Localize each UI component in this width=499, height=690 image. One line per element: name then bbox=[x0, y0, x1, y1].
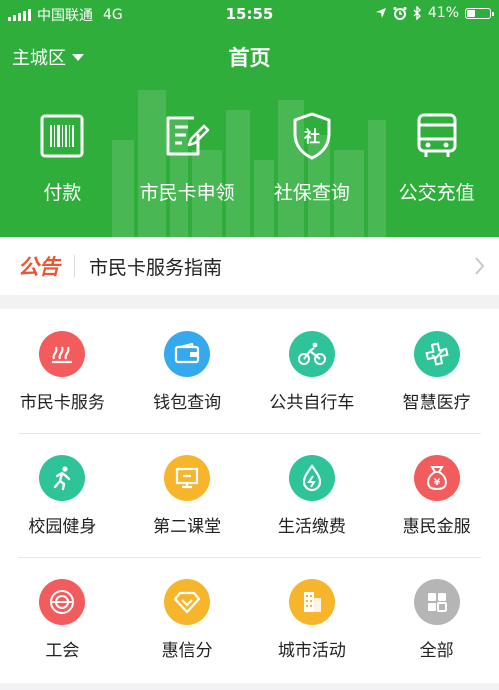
service-label: 公共自行车 bbox=[269, 393, 355, 413]
service-second-classroom[interactable]: 第二课堂 bbox=[125, 433, 250, 557]
service-all[interactable]: 全部 bbox=[374, 557, 499, 681]
quick-action-bus-recharge[interactable]: 公交充值 bbox=[374, 108, 499, 205]
running-icon bbox=[39, 455, 86, 501]
bicycle-icon bbox=[288, 331, 335, 377]
quick-action-pay[interactable]: 付款 bbox=[0, 108, 125, 205]
service-label: 全部 bbox=[419, 641, 454, 661]
chevron-right-icon bbox=[475, 257, 485, 275]
service-label: 第二课堂 bbox=[153, 517, 222, 537]
citizen-card-service-icon bbox=[39, 331, 86, 377]
credit-diamond-icon bbox=[164, 579, 211, 625]
quick-action-social-security[interactable]: 社 社保查询 bbox=[250, 108, 375, 205]
classroom-board-icon bbox=[164, 455, 211, 501]
service-label: 钱包查询 bbox=[153, 393, 222, 413]
trade-union-icon bbox=[39, 579, 86, 625]
bus-icon bbox=[417, 113, 457, 157]
alarm-icon bbox=[393, 6, 407, 20]
service-label: 惠民金服 bbox=[402, 517, 471, 537]
quick-action-label: 市民卡申领 bbox=[139, 182, 235, 204]
service-campus-fitness[interactable]: 校园健身 bbox=[0, 433, 125, 557]
barcode-icon bbox=[40, 114, 84, 158]
service-label: 市民卡服务 bbox=[19, 393, 105, 413]
service-citizen-card[interactable]: 市民卡服务 bbox=[0, 309, 125, 433]
service-smart-medical[interactable]: 智慧医疗 bbox=[374, 309, 499, 433]
services-row: 市民卡服务 钱包查询 公共自行车 智慧医疗 bbox=[0, 309, 499, 433]
service-label: 生活缴费 bbox=[277, 517, 346, 537]
svg-text:社: 社 bbox=[303, 127, 320, 146]
quick-action-label: 公交充值 bbox=[398, 182, 475, 204]
quick-action-label: 社保查询 bbox=[273, 182, 350, 204]
money-bag-icon: ¥ bbox=[413, 455, 460, 501]
services-row: 校园健身 第二课堂 生活缴费 ¥ 惠民金服 bbox=[0, 433, 499, 557]
service-credit-score[interactable]: 惠信分 bbox=[125, 557, 250, 681]
service-label: 校园健身 bbox=[28, 517, 97, 537]
svg-text:¥: ¥ bbox=[433, 478, 440, 488]
bluetooth-icon bbox=[413, 6, 421, 20]
battery-icon bbox=[465, 7, 494, 19]
service-label: 城市活动 bbox=[277, 641, 346, 661]
notice-text: 市民卡服务指南 bbox=[89, 256, 223, 279]
page-title: 首页 bbox=[228, 46, 271, 70]
quick-action-label: 付款 bbox=[43, 182, 82, 204]
medical-icon bbox=[413, 331, 460, 377]
city-building-icon bbox=[288, 579, 335, 625]
service-utility-payment[interactable]: 生活缴费 bbox=[250, 433, 375, 557]
location-arrow-icon bbox=[375, 8, 386, 18]
quick-actions: 付款 市民卡申领 社 社保查询 公交充值 bbox=[0, 108, 499, 205]
utility-payment-icon bbox=[288, 455, 335, 501]
nav-bar: 主城区 首页 bbox=[0, 38, 499, 74]
quick-action-apply-card[interactable]: 市民卡申领 bbox=[125, 108, 250, 205]
notice-divider bbox=[74, 255, 75, 277]
social-security-shield-icon: 社 bbox=[293, 112, 331, 160]
service-wallet-query[interactable]: 钱包查询 bbox=[125, 309, 250, 433]
notice-bar[interactable]: 公告 市民卡服务指南 bbox=[0, 237, 499, 295]
services-row: 工会 惠信分 城市活动 全部 bbox=[0, 557, 499, 681]
notice-tag: 公告 bbox=[18, 255, 60, 279]
service-label: 工会 bbox=[45, 641, 80, 661]
all-grid-icon bbox=[413, 579, 460, 625]
service-city-events[interactable]: 城市活动 bbox=[250, 557, 375, 681]
services-grid: 市民卡服务 钱包查询 公共自行车 智慧医疗 校园健身 第二课堂 生活缴费 ¥ 惠… bbox=[0, 309, 499, 683]
service-public-bike[interactable]: 公共自行车 bbox=[250, 309, 375, 433]
service-label: 智慧医疗 bbox=[402, 393, 471, 413]
apply-form-icon bbox=[166, 116, 210, 156]
wallet-icon bbox=[164, 331, 211, 377]
header-banner: 中国联通 4G 15:55 41% 主城区 首页 付款 市民卡申领 社 社保查询… bbox=[0, 0, 499, 237]
service-trade-union[interactable]: 工会 bbox=[0, 557, 125, 681]
status-bar: 中国联通 4G 15:55 41% bbox=[0, 0, 499, 28]
service-label: 惠信分 bbox=[161, 641, 213, 661]
service-finance[interactable]: ¥ 惠民金服 bbox=[374, 433, 499, 557]
battery-percent: 41% bbox=[427, 5, 459, 21]
